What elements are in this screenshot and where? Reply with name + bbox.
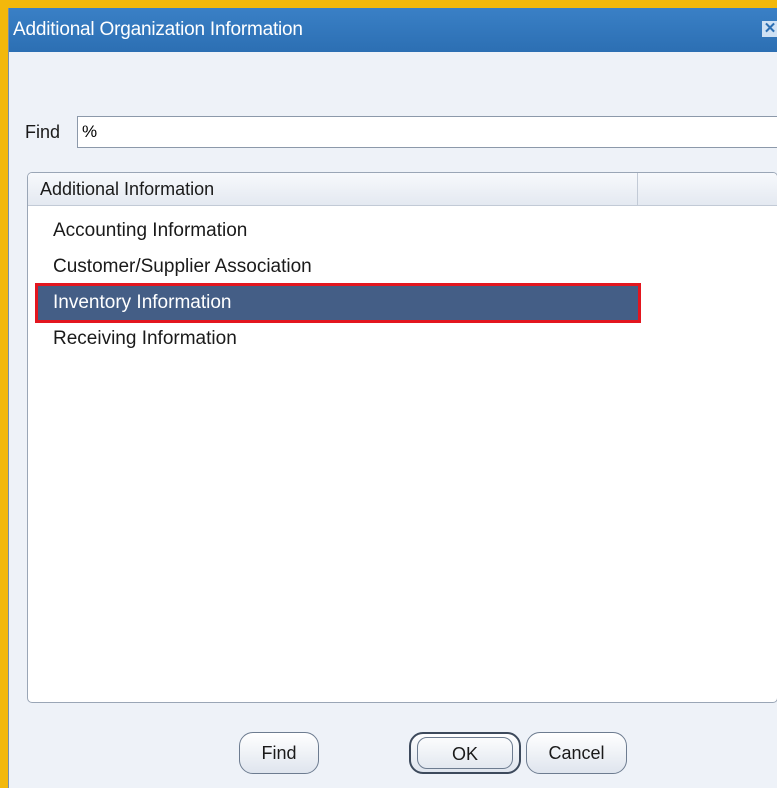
- find-button[interactable]: Find: [239, 732, 319, 774]
- find-label: Find: [25, 122, 61, 142]
- list-items: Accounting Information Customer/Supplier…: [28, 214, 777, 358]
- window-title: Additional Organization Information: [13, 19, 303, 40]
- list-item[interactable]: Customer/Supplier Association: [38, 250, 638, 284]
- cancel-button[interactable]: Cancel: [526, 732, 627, 774]
- ok-button[interactable]: OK: [409, 732, 521, 774]
- list-header: Additional Information: [28, 173, 777, 206]
- find-input[interactable]: [77, 116, 777, 148]
- close-icon[interactable]: ✕: [762, 21, 777, 37]
- ok-button-label: OK: [417, 737, 513, 769]
- column-header-blank: [638, 173, 777, 205]
- additional-info-list: Additional Information Accounting Inform…: [27, 172, 777, 703]
- find-row: Find: [25, 116, 777, 148]
- list-item-selected[interactable]: Inventory Information: [35, 283, 641, 323]
- title-bar[interactable]: Additional Organization Information ✕: [9, 8, 777, 52]
- dialog-window: Additional Organization Information ✕ Fi…: [8, 8, 777, 788]
- cancel-button-label: Cancel: [548, 743, 605, 763]
- list-item[interactable]: Accounting Information: [38, 214, 638, 248]
- column-header-additional-information[interactable]: Additional Information: [28, 173, 638, 205]
- list-item[interactable]: Receiving Information: [38, 322, 638, 356]
- find-button-label: Find: [261, 743, 297, 763]
